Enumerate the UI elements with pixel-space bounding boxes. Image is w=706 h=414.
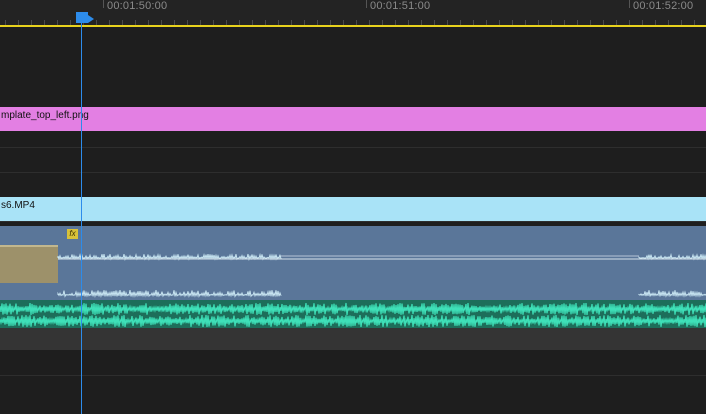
fx-label: fx bbox=[69, 229, 76, 238]
playhead-line bbox=[81, 23, 82, 414]
audio-waveform-green bbox=[0, 302, 706, 328]
audio-waveform-light bbox=[57, 252, 706, 298]
waveforms bbox=[0, 252, 706, 328]
fx-badge[interactable]: fx bbox=[67, 229, 78, 239]
timeline-panel[interactable]: 00:01:50:00 00:01:51:00 00:01:52:00 mpla… bbox=[0, 0, 706, 414]
